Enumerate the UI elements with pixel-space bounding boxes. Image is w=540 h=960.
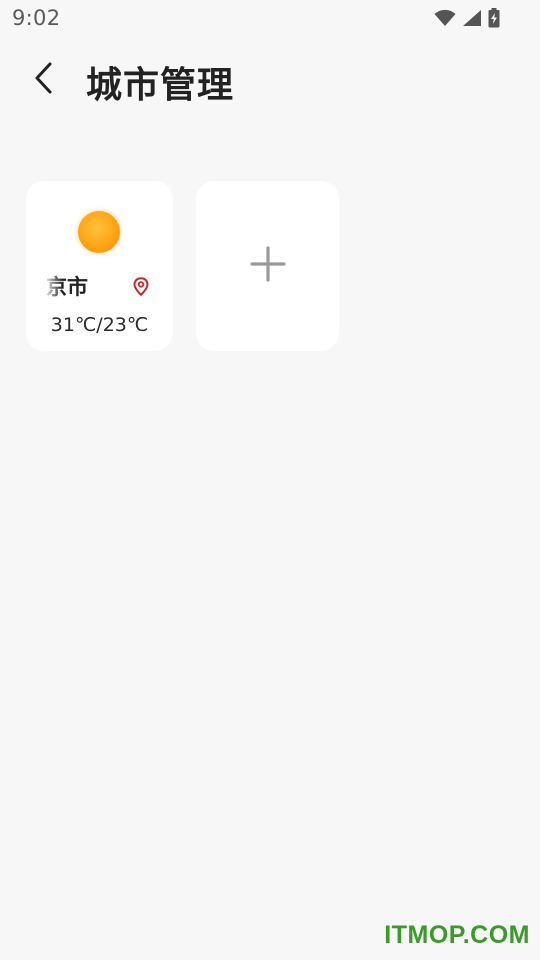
watermark: ITMOP.COM xyxy=(384,921,530,949)
city-name-row: 京市 xyxy=(46,271,153,301)
city-card[interactable]: 京市 31℃/23℃ xyxy=(26,181,173,351)
add-city-button[interactable] xyxy=(196,181,339,351)
status-time: 9:02 xyxy=(12,6,61,30)
cell-signal-icon xyxy=(462,9,482,27)
status-icons xyxy=(434,8,500,28)
wifi-icon xyxy=(434,9,456,27)
status-bar: 9:02 xyxy=(0,0,540,38)
header: 城市管理 xyxy=(0,50,540,110)
sun-icon xyxy=(78,211,120,253)
battery-charging-icon xyxy=(488,8,500,28)
temperature-range: 31℃/23℃ xyxy=(50,314,149,336)
plus-icon xyxy=(249,246,286,286)
back-button[interactable] xyxy=(22,58,66,102)
chevron-left-icon xyxy=(32,61,56,99)
page-title: 城市管理 xyxy=(86,65,235,106)
city-name: 京市 xyxy=(46,275,88,299)
location-pin-icon xyxy=(132,276,150,296)
